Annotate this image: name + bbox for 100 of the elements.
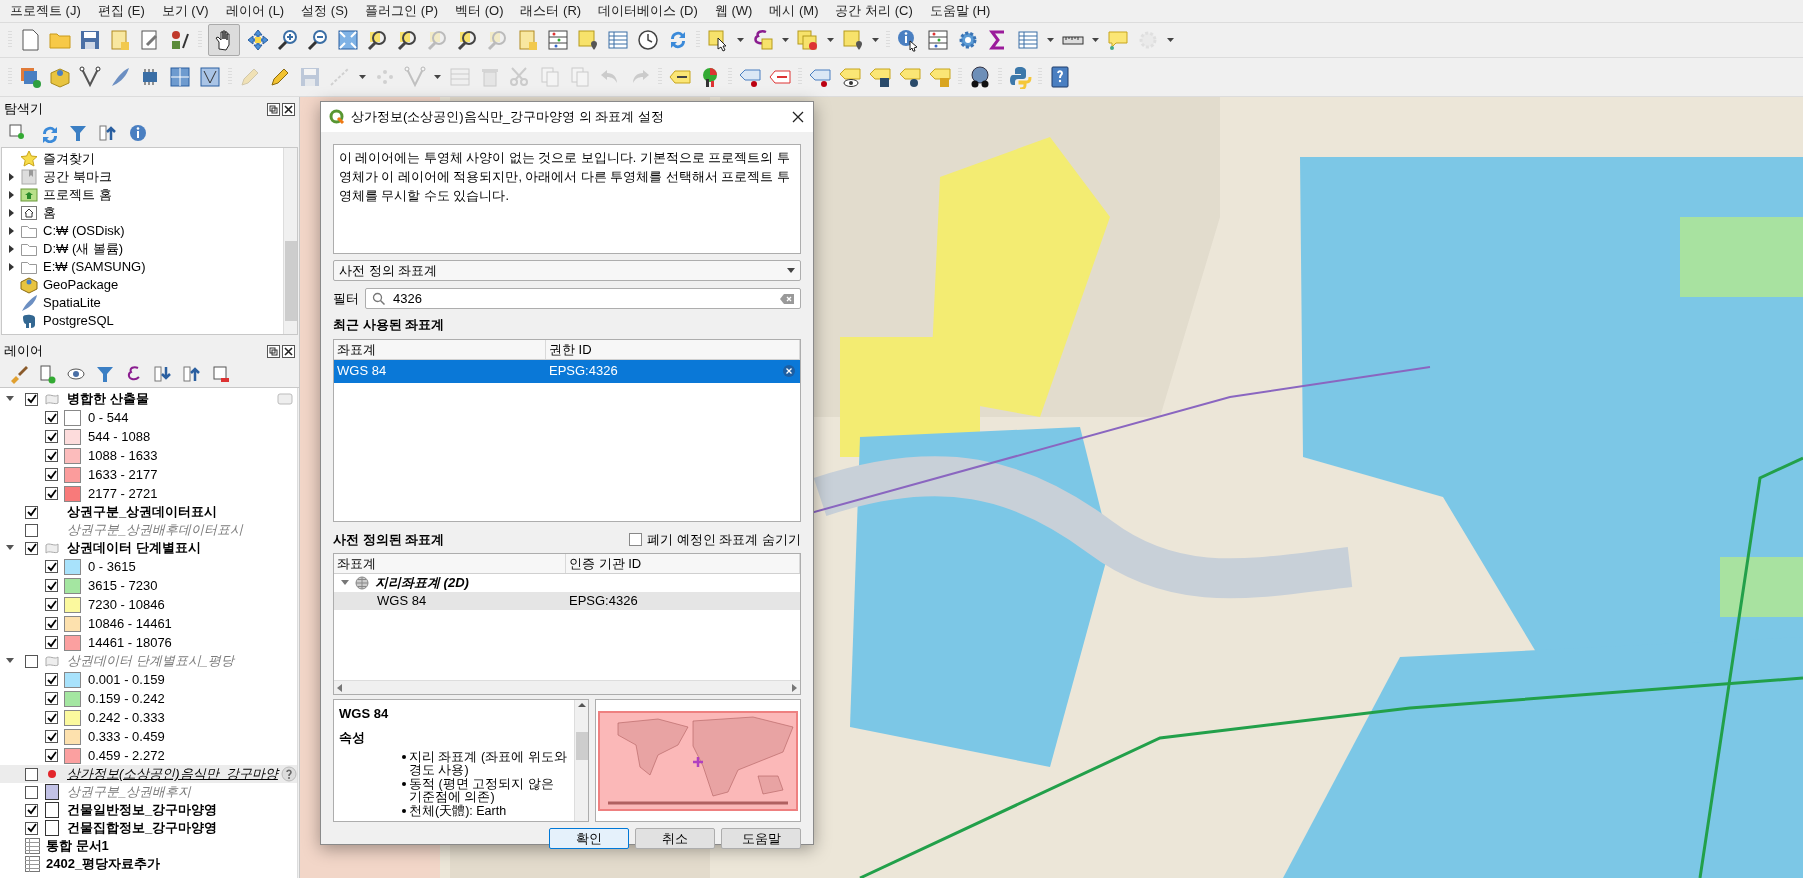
- checkbox[interactable]: [25, 541, 38, 555]
- caret-icon[interactable]: [1166, 36, 1175, 44]
- legend-item[interactable]: 0 - 3615: [0, 557, 297, 576]
- menu-item[interactable]: 웹 (W): [714, 1, 753, 21]
- menu-item[interactable]: 래스터 (R): [520, 1, 582, 21]
- browser-item[interactable]: SpatiaLite: [2, 294, 283, 312]
- crs-type-dropdown[interactable]: 사전 정의 좌표계: [333, 260, 801, 281]
- remove-icon[interactable]: [782, 364, 796, 378]
- legend-item[interactable]: 0.459 - 2.272: [0, 746, 297, 765]
- deselect-icon[interactable]: [796, 28, 820, 52]
- checkbox[interactable]: [45, 598, 58, 611]
- column-header[interactable]: 좌표계: [334, 339, 546, 359]
- table-icon[interactable]: [1016, 28, 1040, 52]
- help-book-icon[interactable]: [1048, 65, 1072, 89]
- browser-item[interactable]: GeoPackage: [2, 276, 283, 294]
- caret-icon[interactable]: [433, 73, 442, 81]
- scrollbar[interactable]: [296, 388, 299, 878]
- checkbox[interactable]: [25, 803, 38, 817]
- scrollbar[interactable]: [574, 700, 588, 821]
- caret-icon[interactable]: [826, 36, 835, 44]
- expand-arrow-icon[interactable]: [8, 173, 14, 181]
- collapse-icon[interactable]: [182, 364, 202, 384]
- filter-field[interactable]: 4326: [365, 288, 801, 309]
- layer-row[interactable]: 건물집합정보_강구마양영: [0, 819, 297, 837]
- legend-item[interactable]: 0.333 - 0.459: [0, 727, 297, 746]
- legend-item[interactable]: 1088 - 1633: [0, 446, 297, 465]
- expand-arrow-icon[interactable]: [8, 227, 14, 235]
- checkbox[interactable]: [45, 579, 58, 592]
- select-location-icon[interactable]: [841, 28, 865, 52]
- hide-deprecated-checkbox[interactable]: 폐기 예정인 좌표계 숨기기: [629, 529, 801, 549]
- dialog-button[interactable]: 도움말: [721, 828, 801, 849]
- checkbox[interactable]: [45, 692, 58, 705]
- expand-arrow-icon[interactable]: [6, 396, 14, 402]
- legend-item[interactable]: 7230 - 10846: [0, 595, 297, 614]
- checkbox[interactable]: [45, 711, 58, 724]
- select-location-icon[interactable]: [576, 28, 600, 52]
- legend-item[interactable]: 0.001 - 0.159: [0, 670, 297, 689]
- checkbox[interactable]: [25, 767, 38, 781]
- legend-item[interactable]: 2177 - 2721: [0, 484, 297, 503]
- checkbox[interactable]: [25, 654, 38, 668]
- browser-item[interactable]: 프로젝트 홈: [2, 186, 283, 204]
- table-row[interactable]: WGS 84 EPSG:4326: [334, 359, 800, 383]
- menu-item[interactable]: 벡터 (O): [455, 1, 504, 21]
- checkbox[interactable]: [45, 617, 58, 630]
- column-header[interactable]: 권한 ID: [546, 339, 800, 359]
- checkbox[interactable]: [45, 411, 58, 424]
- table-icon[interactable]: [606, 28, 630, 52]
- remove-layer-icon[interactable]: [211, 364, 231, 384]
- legend-item[interactable]: 1633 - 2177: [0, 465, 297, 484]
- column-header[interactable]: 좌표계: [334, 554, 566, 573]
- dialog-button[interactable]: 취소: [635, 828, 715, 849]
- expression-select-icon[interactable]: [751, 28, 775, 52]
- snake-logo-icon[interactable]: [1008, 65, 1032, 89]
- caret-icon[interactable]: [736, 36, 745, 44]
- checkbox[interactable]: [45, 636, 58, 649]
- checkbox[interactable]: [25, 505, 38, 519]
- layer-row[interactable]: 상권데이터 단계별표시: [0, 539, 297, 557]
- scroll-arrow-icon[interactable]: [792, 683, 797, 692]
- legend-item[interactable]: 3615 - 7230: [0, 576, 297, 595]
- save-icon[interactable]: [78, 28, 102, 52]
- caret-icon[interactable]: [871, 36, 880, 44]
- vertex-frame-icon[interactable]: [198, 65, 222, 89]
- checkbox[interactable]: [45, 430, 58, 443]
- add-group-icon[interactable]: [37, 364, 57, 384]
- close-icon[interactable]: [282, 344, 295, 358]
- legend-item[interactable]: 544 - 1088: [0, 427, 297, 446]
- column-header[interactable]: 인증 기관 ID: [566, 554, 800, 573]
- clear-icon[interactable]: [780, 293, 794, 304]
- expand-arrow-icon[interactable]: [8, 209, 14, 217]
- expand-icon[interactable]: [153, 364, 173, 384]
- close-icon[interactable]: [791, 110, 805, 124]
- legend-item[interactable]: 0 - 544: [0, 408, 297, 427]
- label-move-icon[interactable]: [868, 65, 892, 89]
- layer-row[interactable]: 상가정보(소상공인)음식만_강구마양: [0, 765, 297, 783]
- layer-row[interactable]: 상권데이터 단계별표시_평당: [0, 652, 297, 670]
- browser-item[interactable]: 즐겨찾기: [2, 150, 283, 168]
- layer-row[interactable]: 통합 문서1: [0, 837, 297, 855]
- expand-arrow-icon[interactable]: [8, 263, 14, 271]
- expand-arrow-icon[interactable]: [6, 658, 14, 664]
- checkbox[interactable]: [45, 487, 58, 500]
- checkbox[interactable]: [25, 392, 38, 406]
- legend-item[interactable]: 10846 - 14461: [0, 614, 297, 633]
- caret-icon[interactable]: [1091, 36, 1100, 44]
- scrollbar[interactable]: [334, 680, 800, 694]
- float-icon[interactable]: [267, 102, 280, 116]
- menu-item[interactable]: 도움말 (H): [929, 1, 991, 21]
- zoom-full-icon[interactable]: [336, 28, 360, 52]
- checkbox[interactable]: [45, 730, 58, 743]
- scroll-arrow-icon[interactable]: [577, 700, 586, 710]
- browser-item[interactable]: C:₩ (OSDisk): [2, 222, 283, 240]
- globe-binoculars-icon[interactable]: [968, 65, 992, 89]
- scrollbar-thumb[interactable]: [575, 732, 588, 760]
- layer-row[interactable]: 상권구분_상권배후데이터표시: [0, 521, 297, 539]
- abacus-icon[interactable]: [926, 28, 950, 52]
- dropdown-arrow-icon[interactable]: [787, 268, 795, 273]
- caret-icon[interactable]: [358, 73, 367, 81]
- scroll-arrow-icon[interactable]: [337, 683, 342, 692]
- grid-icon[interactable]: [168, 65, 192, 89]
- move-arrows-icon[interactable]: [246, 28, 270, 52]
- browser-item[interactable]: 공간 북마크: [2, 168, 283, 186]
